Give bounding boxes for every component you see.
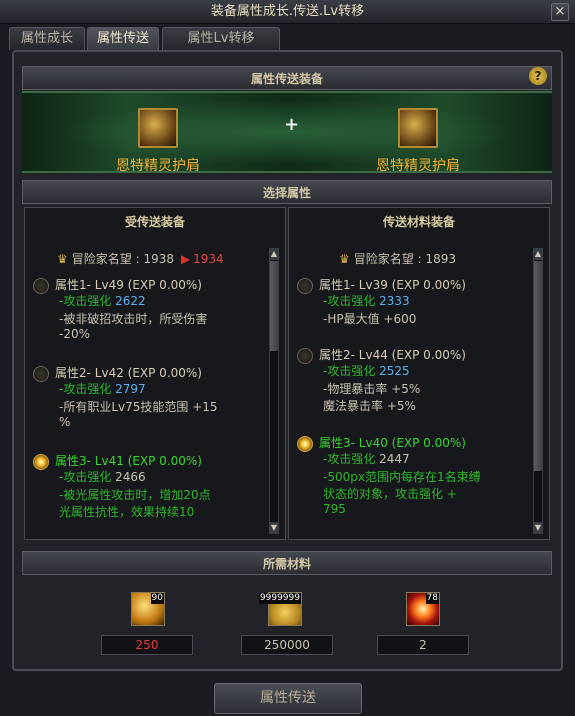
scroll-up-icon[interactable]: ▲ (533, 248, 543, 260)
attribute-line: -所有职业Lv75技能范围 +15 (59, 400, 218, 414)
attribute-line: -攻击强化 2622 (59, 294, 146, 308)
required-materials-header: 所需材料 (22, 551, 552, 575)
attribute-line: 光属性抗性，效果持续10 (59, 505, 195, 519)
scrollbar[interactable]: ▲ ▼ (533, 248, 543, 534)
attribute-heading: 属性1- Lv49 (EXP 0.00%) (55, 278, 202, 292)
select-attribute-header: 选择属性 (22, 180, 552, 204)
attribute-line: -20% (59, 327, 91, 341)
scroll-thumb[interactable] (270, 261, 278, 351)
attribute-line: -攻击强化 2466 (59, 470, 146, 484)
fame-icon: ♛ (339, 252, 350, 266)
attribute-line: -攻击强化 2447 (323, 452, 410, 466)
attribute-line: 795 (323, 502, 346, 516)
panel-title: 传送材料装备 (382, 215, 455, 229)
material-stock-badge: 78 (425, 593, 439, 604)
receiving-equipment-panel: 受传送装备 ♛ 冒险家名望 : 1938 ▶ 1934 属性1- Lv49 (EXP… (24, 207, 286, 540)
window-title: 装备属性成长.传送.Lv转移 (0, 0, 575, 24)
attribute-line: -物理暴击率 +5% (323, 382, 421, 396)
radio-button-selected[interactable] (297, 436, 313, 452)
tab-attribute-transfer[interactable]: 属性传送 (87, 27, 159, 50)
attribute-heading: 属性2- Lv44 (EXP 0.00%) (319, 348, 466, 362)
fame-label: 冒险家名望 (353, 252, 414, 266)
attribute-heading: 属性2- Lv42 (EXP 0.00%) (55, 366, 202, 380)
material-stock-badge: 9999999 (258, 593, 301, 604)
radio-button-selected[interactable] (33, 454, 49, 470)
scroll-thumb[interactable] (534, 261, 542, 471)
fame-new-value: 1934 (193, 252, 224, 266)
attribute-line: -攻击强化 2333 (323, 294, 410, 308)
attribute-line: -攻击强化 2525 (323, 364, 410, 378)
attribute-transfer-button[interactable]: 属性传送 (214, 683, 362, 714)
attribute-option-1[interactable]: 属性1- Lv39 (EXP 0.00%) -攻击强化 2333 -HP最大值 … (297, 276, 529, 356)
fame-icon: ♛ (57, 252, 68, 266)
attribute-option-1[interactable]: 属性1- Lv49 (EXP 0.00%) -攻击强化 2622 -被非破招攻击… (33, 276, 265, 356)
gold-card-icon[interactable]: 90 (131, 592, 165, 626)
attribute-line: 魔法暴击率 +5% (323, 399, 416, 413)
scroll-down-icon[interactable]: ▼ (269, 522, 279, 534)
tab-attribute-lv-transfer[interactable]: 属性Lv转移 (162, 27, 280, 50)
transfer-equipment-header: 属性传送装备 (22, 66, 552, 90)
material-required-amount: 250 (101, 635, 193, 655)
fame-value: : 1938 (135, 252, 175, 266)
attribute-option-3[interactable]: 属性3- Lv40 (EXP 0.00%) -攻击强化 2447 -500px范… (297, 434, 529, 534)
fame-row: ♛ 冒险家名望 : 1893 (339, 250, 456, 267)
shoulder-armor-icon[interactable] (398, 108, 438, 148)
attribute-line: -被非破招攻击时，所受伤害 (59, 312, 208, 326)
radio-button[interactable] (297, 348, 313, 364)
fame-value: : 1893 (417, 252, 457, 266)
scrollbar[interactable]: ▲ ▼ (269, 248, 279, 534)
fame-label: 冒险家名望 (71, 252, 132, 266)
attribute-heading: 属性3- Lv41 (EXP 0.00%) (55, 454, 202, 468)
radio-button[interactable] (33, 366, 49, 382)
radio-button[interactable] (297, 278, 313, 294)
help-icon[interactable]: ? (529, 67, 547, 85)
attribute-line: -被光属性攻击时，增加20点 (59, 488, 211, 502)
attribute-heading: 属性1- Lv39 (EXP 0.00%) (319, 278, 466, 292)
attribute-option-2[interactable]: 属性2- Lv44 (EXP 0.00%) -攻击强化 2525 -物理暴击率 … (297, 346, 529, 426)
arrow-right-icon: ▶ (180, 252, 191, 266)
attribute-line: % (59, 415, 71, 429)
material-required-amount: 2 (377, 635, 469, 655)
plus-icon: + (284, 114, 300, 135)
scroll-down-icon[interactable]: ▼ (533, 522, 543, 534)
gold-coins-icon[interactable]: 9999999 (258, 592, 302, 626)
fire-burst-icon[interactable]: 78 (406, 592, 440, 626)
attribute-option-3[interactable]: 属性3- Lv41 (EXP 0.00%) -攻击强化 2466 -被光属性攻击… (33, 452, 265, 532)
close-button[interactable]: × (551, 3, 569, 21)
material-stock-badge: 90 (150, 593, 164, 604)
tab-attribute-growth[interactable]: 属性成长 (9, 27, 85, 50)
target-item-name: 恩特精灵护肩 (376, 158, 460, 174)
attribute-line: -攻击强化 2797 (59, 382, 146, 396)
attribute-line: -500px范围内每存在1名束缚 (323, 470, 481, 484)
attribute-line: -HP最大值 +600 (323, 312, 417, 326)
attribute-line: 状态的对象，攻击强化 + (323, 487, 457, 501)
radio-button[interactable] (33, 278, 49, 294)
fame-row: ♛ 冒险家名望 : 1938 ▶ 1934 (57, 250, 224, 267)
scroll-up-icon[interactable]: ▲ (269, 248, 279, 260)
material-equipment-panel: 传送材料装备 ♛ 冒险家名望 : 1893 属性1- Lv39 (EXP 0.00… (288, 207, 550, 540)
material-required-amount: 250000 (241, 635, 333, 655)
shoulder-armor-icon[interactable] (138, 108, 178, 148)
panel-title: 受传送装备 (124, 215, 185, 229)
attribute-heading: 属性3- Lv40 (EXP 0.00%) (319, 436, 466, 450)
attribute-option-2[interactable]: 属性2- Lv42 (EXP 0.00%) -攻击强化 2797 -所有职业Lv… (33, 364, 265, 444)
source-item-name: 恩特精灵护肩 (116, 158, 200, 174)
